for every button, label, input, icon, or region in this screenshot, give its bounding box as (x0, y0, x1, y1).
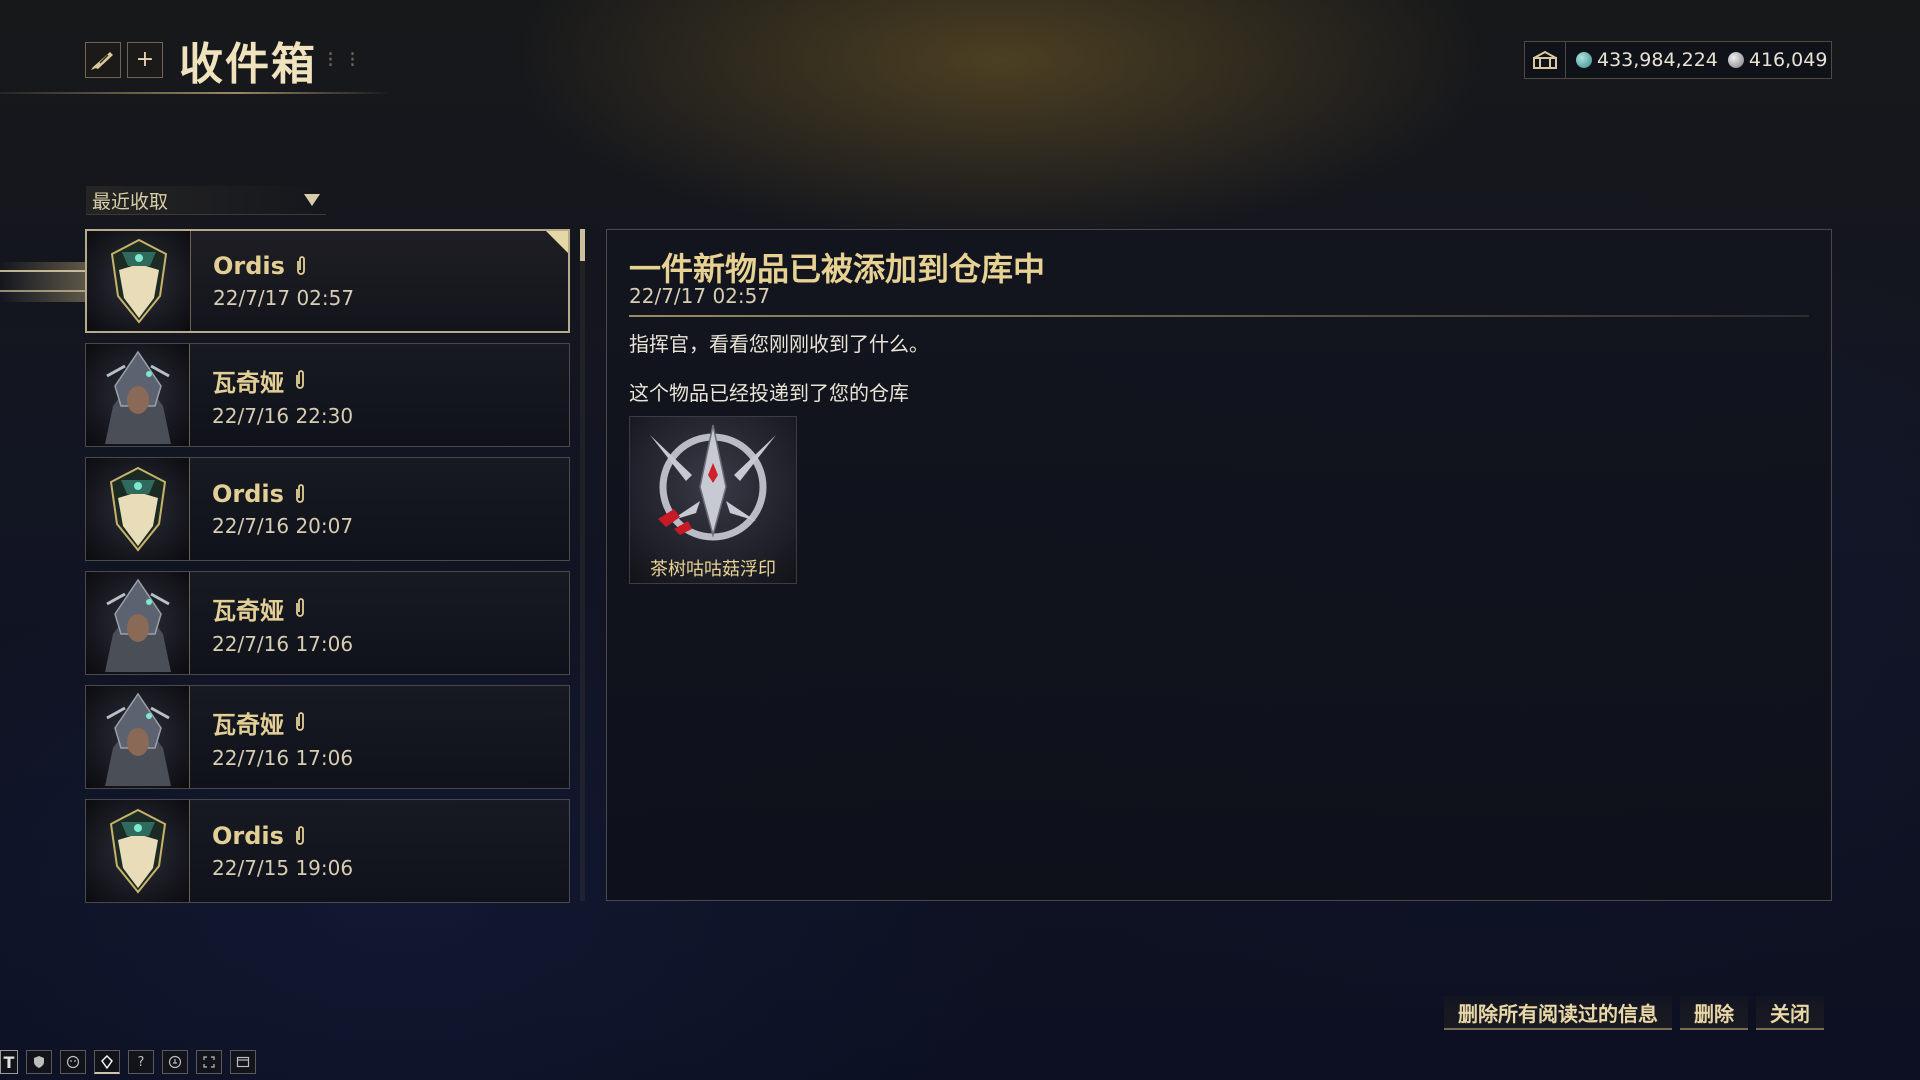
ordis-avatar (87, 231, 191, 331)
header-divider (0, 92, 392, 94)
sort-label: 最近收取 (92, 190, 169, 213)
action-buttons: 删除所有阅读过的信息 删除 关闭 (1444, 996, 1824, 1030)
message-list: Ordis 22/7/17 02:57 瓦奇娅 22/7/16 22:30 Or… (85, 229, 570, 913)
message-sender: 瓦奇娅 (212, 710, 284, 739)
endo-display: 416,049 (1727, 49, 1828, 71)
delete-button[interactable]: 删除 (1680, 996, 1748, 1030)
delete-read-button[interactable]: 删除所有阅读过的信息 (1444, 996, 1672, 1030)
vaykor-avatar (86, 686, 190, 788)
ordis-avatar (86, 458, 190, 560)
feather-scroll-icon (91, 52, 113, 70)
add-button[interactable]: + (127, 42, 163, 78)
message-sender: 瓦奇娅 (212, 596, 284, 625)
message-item[interactable]: 瓦奇娅 22/7/16 17:06 (85, 571, 570, 675)
compose-icon-button[interactable] (85, 42, 121, 78)
shield-icon[interactable] (26, 1050, 52, 1074)
message-sender: 瓦奇娅 (212, 368, 284, 397)
location-pin-icon[interactable] (94, 1050, 120, 1074)
window-icon[interactable] (230, 1050, 256, 1074)
sort-dropdown[interactable]: 最近收取 (86, 186, 326, 215)
message-detail-date: 22/7/17 02:57 (629, 284, 771, 308)
inbox-header: + 收件箱 ⁝ ⁝ (85, 34, 360, 90)
search-icon[interactable] (162, 1050, 188, 1074)
paperclip-icon (296, 826, 304, 845)
message-item[interactable]: 瓦奇娅 22/7/16 22:30 (85, 343, 570, 447)
title-decoration: ⁝ ⁝ (327, 47, 360, 73)
close-button[interactable]: 关闭 (1756, 996, 1824, 1030)
message-body-line-1: 指挥官，看看您刚刚收到了什么。 (629, 332, 929, 356)
vaykor-avatar (86, 572, 190, 674)
message-item[interactable]: Ordis 22/7/17 02:57 (85, 229, 570, 333)
message-date: 22/7/17 02:57 (213, 286, 355, 310)
help-button[interactable]: ? (128, 1050, 154, 1074)
list-scrollbar[interactable] (580, 229, 585, 901)
endo-value: 416,049 (1748, 49, 1828, 71)
credits-value: 433,984,224 (1597, 49, 1718, 71)
vaykor-avatar (86, 344, 190, 446)
credits-display: 433,984,224 (1576, 49, 1718, 71)
message-sender: Ordis (212, 480, 284, 508)
message-detail-panel: 一件新物品已被添加到仓库中 22/7/17 02:57 指挥官，看看您刚刚收到了… (606, 229, 1832, 901)
paperclip-icon (296, 484, 304, 503)
chat-toggle-button[interactable]: T (0, 1050, 18, 1074)
message-body-line-2: 这个物品已经投递到了您的仓库 (629, 381, 909, 405)
message-item[interactable]: Ordis 22/7/15 19:06 (85, 799, 570, 903)
ordis-avatar (86, 800, 190, 902)
attachment-label: 茶树咕咕菇浮印 (650, 559, 776, 580)
selection-glow (0, 262, 86, 302)
sigil-icon (650, 424, 776, 541)
paperclip-icon (296, 598, 304, 617)
message-item[interactable]: Ordis 22/7/16 20:07 (85, 457, 570, 561)
message-date: 22/7/16 22:30 (212, 403, 354, 428)
message-date: 22/7/16 17:06 (212, 745, 354, 770)
endo-icon (1727, 52, 1744, 68)
attachment-item[interactable]: 茶树咕咕菇浮印 (629, 416, 797, 584)
message-date: 22/7/16 17:06 (212, 631, 354, 656)
detail-divider (629, 315, 1809, 317)
message-date: 22/7/15 19:06 (212, 856, 354, 880)
message-item[interactable]: 瓦奇娅 22/7/16 17:06 (85, 685, 570, 789)
emote-icon[interactable] (60, 1050, 86, 1074)
paperclip-icon (296, 712, 304, 731)
page-title: 收件箱 (179, 39, 317, 90)
paperclip-icon (297, 256, 305, 275)
list-scrollbar-thumb[interactable] (580, 229, 585, 261)
paperclip-icon (296, 370, 304, 389)
expand-icon[interactable] (196, 1050, 222, 1074)
message-date: 22/7/16 20:07 (212, 514, 354, 538)
market-icon[interactable] (1525, 42, 1566, 78)
credits-icon (1576, 52, 1592, 68)
message-sender: Ordis (212, 822, 284, 850)
chevron-down-icon (304, 194, 320, 206)
currency-bar: 433,984,224 416,049 (1524, 41, 1832, 79)
bottom-taskbar: T ? (0, 1049, 256, 1075)
message-sender: Ordis (213, 252, 285, 280)
